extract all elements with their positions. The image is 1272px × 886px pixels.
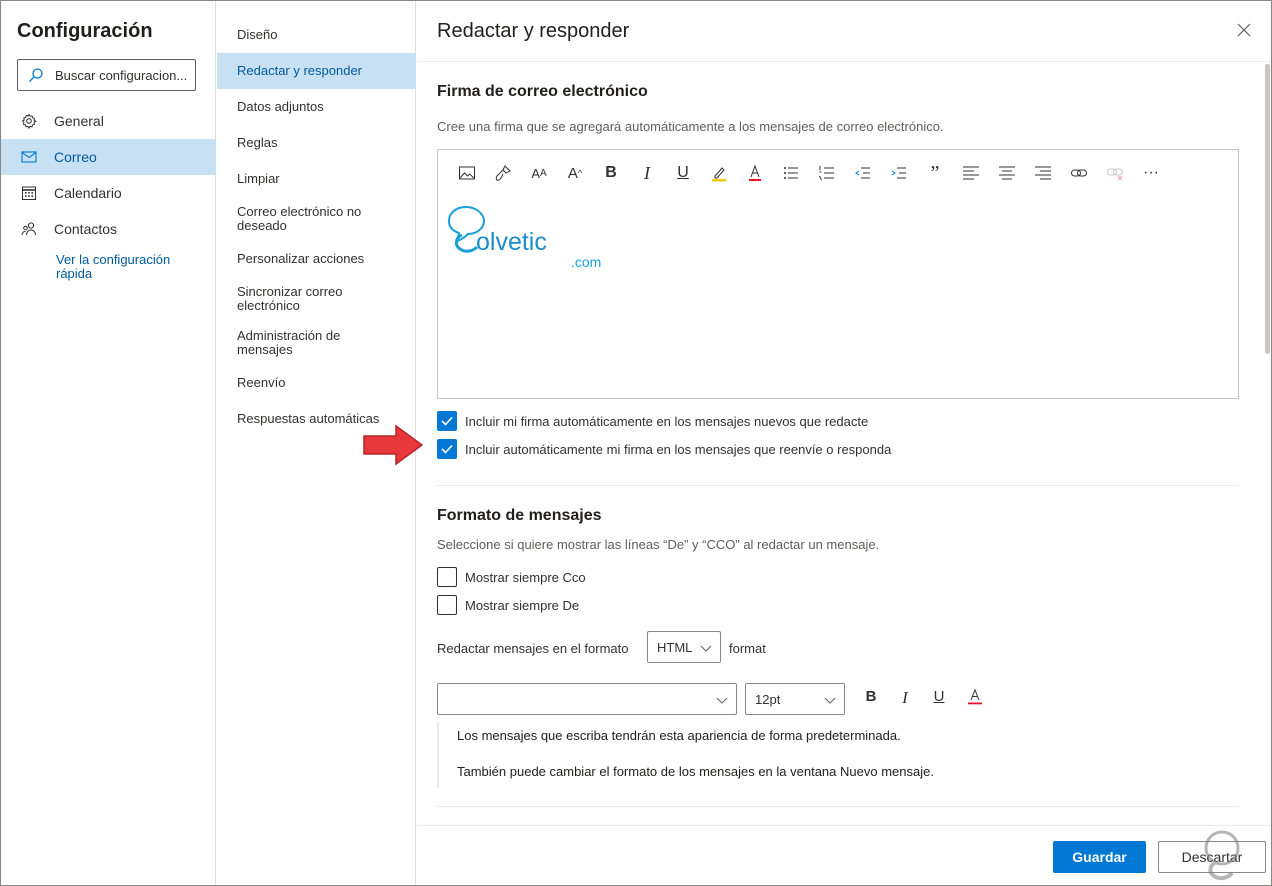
settings-title: Configuración <box>17 20 153 42</box>
font-size-value: 12pt <box>755 692 781 707</box>
sidebar-item-calendario[interactable]: Calendario <box>1 175 216 211</box>
align-center-icon[interactable] <box>996 162 1018 184</box>
subnav-item-limpiar[interactable]: Limpiar <box>217 172 416 186</box>
close-icon[interactable] <box>1236 22 1252 38</box>
default-font-color-icon[interactable] <box>965 688 985 708</box>
more-icon[interactable]: ··· <box>1140 162 1162 184</box>
people-icon <box>21 222 36 236</box>
search-placeholder: Buscar configuracion... <box>55 68 188 83</box>
font-size-dropdown[interactable]: 12pt <box>745 683 845 715</box>
font-family-dropdown[interactable] <box>437 683 737 715</box>
include-signature-reply-label: Incluir automáticamente mi firma en los … <box>465 442 892 457</box>
calendar-icon <box>22 186 36 200</box>
link-icon[interactable] <box>1068 162 1090 184</box>
checkmark-icon <box>441 444 453 454</box>
bold-icon[interactable]: B <box>600 162 622 184</box>
checkmark-icon <box>441 416 453 426</box>
subnav-item-personalizar[interactable]: Personalizar acciones <box>217 252 416 266</box>
format-heading: Formato de mensajes <box>437 507 602 524</box>
font-color-icon[interactable] <box>744 162 766 184</box>
section-divider <box>437 485 1239 486</box>
subnav-item-reenvio[interactable]: Reenvío <box>217 376 416 390</box>
include-signature-new-checkbox[interactable] <box>437 411 457 431</box>
align-left-icon[interactable] <box>960 162 982 184</box>
signature-description: Cree una firma que se agregará automátic… <box>437 119 944 134</box>
format-preview: Los mensajes que escriba tendrán esta ap… <box>437 722 1239 788</box>
settings-sidebar: Configuración Buscar configuracion... Ge… <box>1 1 216 885</box>
watermark-logo <box>1204 830 1240 881</box>
format-painter-icon[interactable] <box>492 162 514 184</box>
chevron-down-icon <box>700 645 712 652</box>
preview-line-2: También puede cambiar el formato de los … <box>457 764 934 779</box>
mail-icon <box>21 151 37 163</box>
footer-divider <box>417 825 1271 826</box>
sidebar-item-contactos[interactable]: Contactos <box>1 211 216 247</box>
sidebar-item-correo[interactable]: Correo <box>1 139 216 175</box>
underline-icon[interactable]: U <box>672 162 694 184</box>
red-arrow-icon <box>363 424 424 466</box>
align-right-icon[interactable] <box>1032 162 1054 184</box>
section-divider <box>437 806 1239 807</box>
subnav-item-reglas[interactable]: Reglas <box>217 136 416 150</box>
compose-format-dropdown[interactable]: HTML <box>647 631 721 663</box>
always-bcc-label: Mostrar siempre Cco <box>465 570 586 585</box>
unlink-icon[interactable] <box>1104 162 1126 184</box>
subnav-item-sincronizar[interactable]: Sincronizar correo electrónico <box>217 285 377 313</box>
chevron-down-icon <box>716 697 728 704</box>
default-bold-icon[interactable]: B <box>861 688 881 708</box>
include-signature-new-label: Incluir mi firma automáticamente en los … <box>465 414 869 429</box>
italic-icon[interactable]: I <box>636 162 658 184</box>
logo-suffix: .com <box>571 254 602 270</box>
bullets-icon[interactable] <box>780 162 802 184</box>
increase-indent-icon[interactable] <box>888 162 910 184</box>
compose-format-suffix: format <box>729 641 766 656</box>
signature-heading: Firma de correo electrónico <box>437 83 648 100</box>
search-icon <box>29 68 43 82</box>
search-input[interactable]: Buscar configuracion... <box>17 59 196 91</box>
header-divider <box>417 61 1271 62</box>
logo-text: olvetic <box>476 228 547 256</box>
format-description: Seleccione si quiere mostrar las líneas … <box>437 537 880 552</box>
image-icon[interactable] <box>456 162 478 184</box>
grow-font-icon[interactable]: A ^ <box>564 162 586 184</box>
always-bcc-checkbox[interactable] <box>437 567 457 587</box>
sidebar-item-general[interactable]: General <box>1 103 216 139</box>
compose-format-value: HTML <box>657 640 693 655</box>
quick-settings-link[interactable]: Ver la configuración rápida <box>56 253 206 281</box>
default-italic-icon[interactable]: I <box>895 688 915 708</box>
scrollbar-thumb[interactable] <box>1265 64 1270 354</box>
preview-line-1: Los mensajes que escriba tendrán esta ap… <box>457 728 901 743</box>
quote-icon[interactable]: ” <box>924 162 946 184</box>
save-button[interactable]: Guardar <box>1053 841 1146 873</box>
sidebar-item-label: Correo <box>54 149 97 165</box>
always-from-checkbox[interactable] <box>437 595 457 615</box>
subnav-item-redactar[interactable]: Redactar y responder <box>217 53 416 89</box>
subnav-item-diseno[interactable]: Diseño <box>217 28 416 42</box>
include-signature-reply-checkbox[interactable] <box>437 439 457 459</box>
subnav-item-administracion[interactable]: Administración de mensajes <box>217 329 377 357</box>
panel-title: Redactar y responder <box>437 20 630 42</box>
highlight-icon[interactable] <box>708 162 730 184</box>
compose-format-label: Redactar mensajes en el formato <box>437 641 629 656</box>
chevron-down-icon <box>824 697 836 704</box>
default-underline-icon[interactable]: U <box>929 688 949 708</box>
sidebar-item-label: Contactos <box>54 221 118 237</box>
font-size-icon[interactable]: AA <box>528 162 550 184</box>
subnav-item-adjuntos[interactable]: Datos adjuntos <box>217 100 416 114</box>
numbering-icon[interactable] <box>816 162 838 184</box>
sidebar-item-label: General <box>54 113 104 129</box>
decrease-indent-icon[interactable] <box>852 162 874 184</box>
always-from-label: Mostrar siempre De <box>465 598 580 613</box>
gear-icon <box>21 113 37 129</box>
subnav-item-no-deseado[interactable]: Correo electrónico no deseado <box>217 205 387 233</box>
signature-editor[interactable]: AA A ^ B I U ” ··· olvetic .com <box>437 149 1239 399</box>
sidebar-item-label: Calendario <box>54 185 122 201</box>
